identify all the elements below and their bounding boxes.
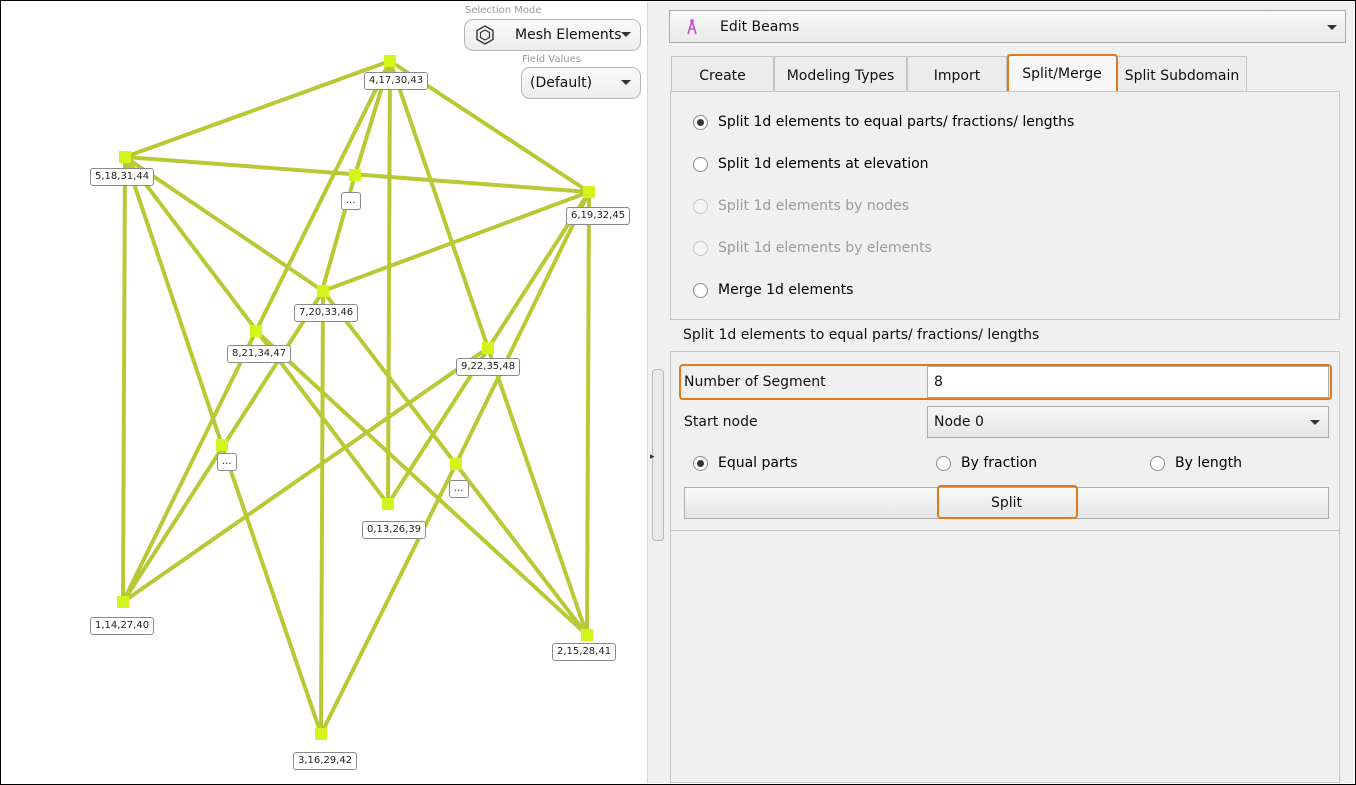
node-marker (317, 285, 329, 297)
beam (123, 155, 325, 293)
app-frame: 4,17,30,43 5,18,31,44 6,19,32,45 7,20,33… (0, 0, 1356, 785)
tab-create[interactable]: Create (671, 56, 774, 92)
radio-button[interactable] (1150, 455, 1165, 471)
node-marker (450, 458, 462, 470)
chevron-down-icon (1310, 420, 1320, 425)
option-split-equal[interactable]: Split 1d elements to equal parts/ fracti… (693, 112, 1074, 132)
radio-button[interactable] (693, 455, 708, 471)
split-merge-options: Split 1d elements to equal parts/ fracti… (670, 91, 1340, 320)
option-split-by-nodes: Split 1d elements by nodes (693, 196, 909, 216)
radio-button[interactable] (693, 114, 708, 130)
segment-label: Number of Segment (684, 374, 826, 390)
tab-import[interactable]: Import (907, 56, 1007, 92)
node-label[interactable]: 3,16,29,42 (293, 752, 358, 770)
node-marker (583, 186, 595, 198)
node-marker (382, 498, 394, 510)
beam-tool-icon (684, 18, 700, 40)
field-values-caption: Field Values (522, 54, 581, 65)
node-label[interactable]: 5,18,31,44 (90, 168, 155, 186)
tab-split-merge[interactable]: Split/Merge (1007, 54, 1117, 92)
option-label: Split 1d elements by nodes (718, 198, 910, 214)
radio-button (693, 198, 708, 214)
beam (121, 156, 127, 603)
node-label[interactable]: ... (341, 192, 361, 210)
node-marker (581, 629, 593, 641)
node-marker (117, 596, 129, 608)
split-parameters: Number of Segment 8 Start node Node 0 Eq… (670, 351, 1340, 531)
panel-splitter[interactable]: ▸ (647, 2, 670, 783)
tab-split-subdomain[interactable]: Split Subdomain (1117, 56, 1247, 92)
node-label[interactable]: 1,14,27,40 (90, 617, 155, 635)
node-label[interactable]: 2,15,28,41 (552, 643, 617, 661)
mode-by-length[interactable]: By length (1150, 453, 1242, 473)
node-label[interactable]: 6,19,32,45 (566, 207, 631, 225)
node-label[interactable]: 4,17,30,43 (364, 72, 429, 90)
option-label: Split 1d elements at elevation (718, 156, 929, 172)
node-marker (349, 169, 361, 181)
radio-button[interactable] (936, 455, 951, 471)
node-label[interactable]: 7,20,33,46 (294, 304, 359, 322)
start-node-label: Start node (684, 414, 758, 430)
node-marker (216, 439, 228, 451)
section-title: Split 1d elements to equal parts/ fracti… (683, 327, 1040, 343)
selection-mode-caption: Selection Mode (465, 5, 542, 16)
option-split-elevation[interactable]: Split 1d elements at elevation (693, 154, 929, 174)
mode-by-fraction[interactable]: By fraction (936, 453, 1037, 473)
beam (121, 346, 490, 604)
node-label[interactable]: ... (449, 480, 469, 498)
selection-mode-value: Mesh Elements (515, 27, 622, 43)
panel-empty-area (670, 531, 1340, 783)
field-values-combo[interactable]: (Default) (521, 67, 641, 99)
start-node-select[interactable]: Node 0 (927, 406, 1329, 438)
node-label[interactable]: 0,13,26,39 (362, 521, 427, 539)
split-button[interactable]: Split (684, 487, 1329, 519)
beam (585, 191, 591, 636)
node-label[interactable]: ... (217, 453, 237, 471)
option-split-by-elements: Split 1d elements by elements (693, 238, 932, 258)
edit-tool-label: Edit Beams (720, 19, 800, 35)
chevron-down-icon (621, 80, 631, 85)
segment-count-input[interactable]: 8 (927, 366, 1329, 398)
option-merge[interactable]: Merge 1d elements (693, 280, 853, 300)
start-node-value: Node 0 (934, 414, 984, 430)
node-label[interactable]: 8,21,34,47 (227, 345, 292, 363)
chevron-down-icon (1327, 25, 1337, 30)
node-marker (482, 342, 494, 354)
beam (386, 60, 392, 505)
radio-button[interactable] (693, 282, 708, 298)
chevron-down-icon (621, 32, 631, 37)
option-label: Merge 1d elements (718, 282, 854, 298)
option-label: Split 1d elements by elements (718, 240, 932, 256)
radio-button (693, 240, 708, 256)
node-marker (250, 325, 262, 337)
field-values-value: (Default) (530, 75, 593, 91)
node-marker (384, 55, 396, 67)
mode-label: By fraction (961, 455, 1038, 471)
mode-equal-parts[interactable]: Equal parts (693, 453, 798, 473)
beam (254, 329, 589, 637)
beam-model (117, 55, 595, 740)
tab-modeling-types[interactable]: Modeling Types (774, 56, 907, 92)
beam (319, 290, 325, 735)
beam (220, 444, 323, 735)
mode-label: Equal parts (718, 455, 798, 471)
edit-tool-combo[interactable]: Edit Beams (669, 10, 1346, 43)
radio-button[interactable] (693, 156, 708, 172)
node-label[interactable]: 9,22,35,48 (456, 358, 521, 376)
model-viewport[interactable]: 4,17,30,43 5,18,31,44 6,19,32,45 7,20,33… (2, 2, 647, 783)
mode-label: By length (1175, 455, 1242, 471)
collapse-arrow-icon[interactable]: ▸ (650, 452, 655, 462)
node-marker (315, 728, 327, 740)
beam (123, 156, 224, 446)
option-label: Split 1d elements to equal parts/ fracti… (718, 114, 1075, 130)
beam (388, 60, 490, 349)
edit-panel: Edit Beams Create Modeling Types Import … (669, 2, 1354, 783)
selection-mode-combo[interactable]: Mesh Elements (464, 19, 641, 51)
node-marker (119, 151, 131, 163)
